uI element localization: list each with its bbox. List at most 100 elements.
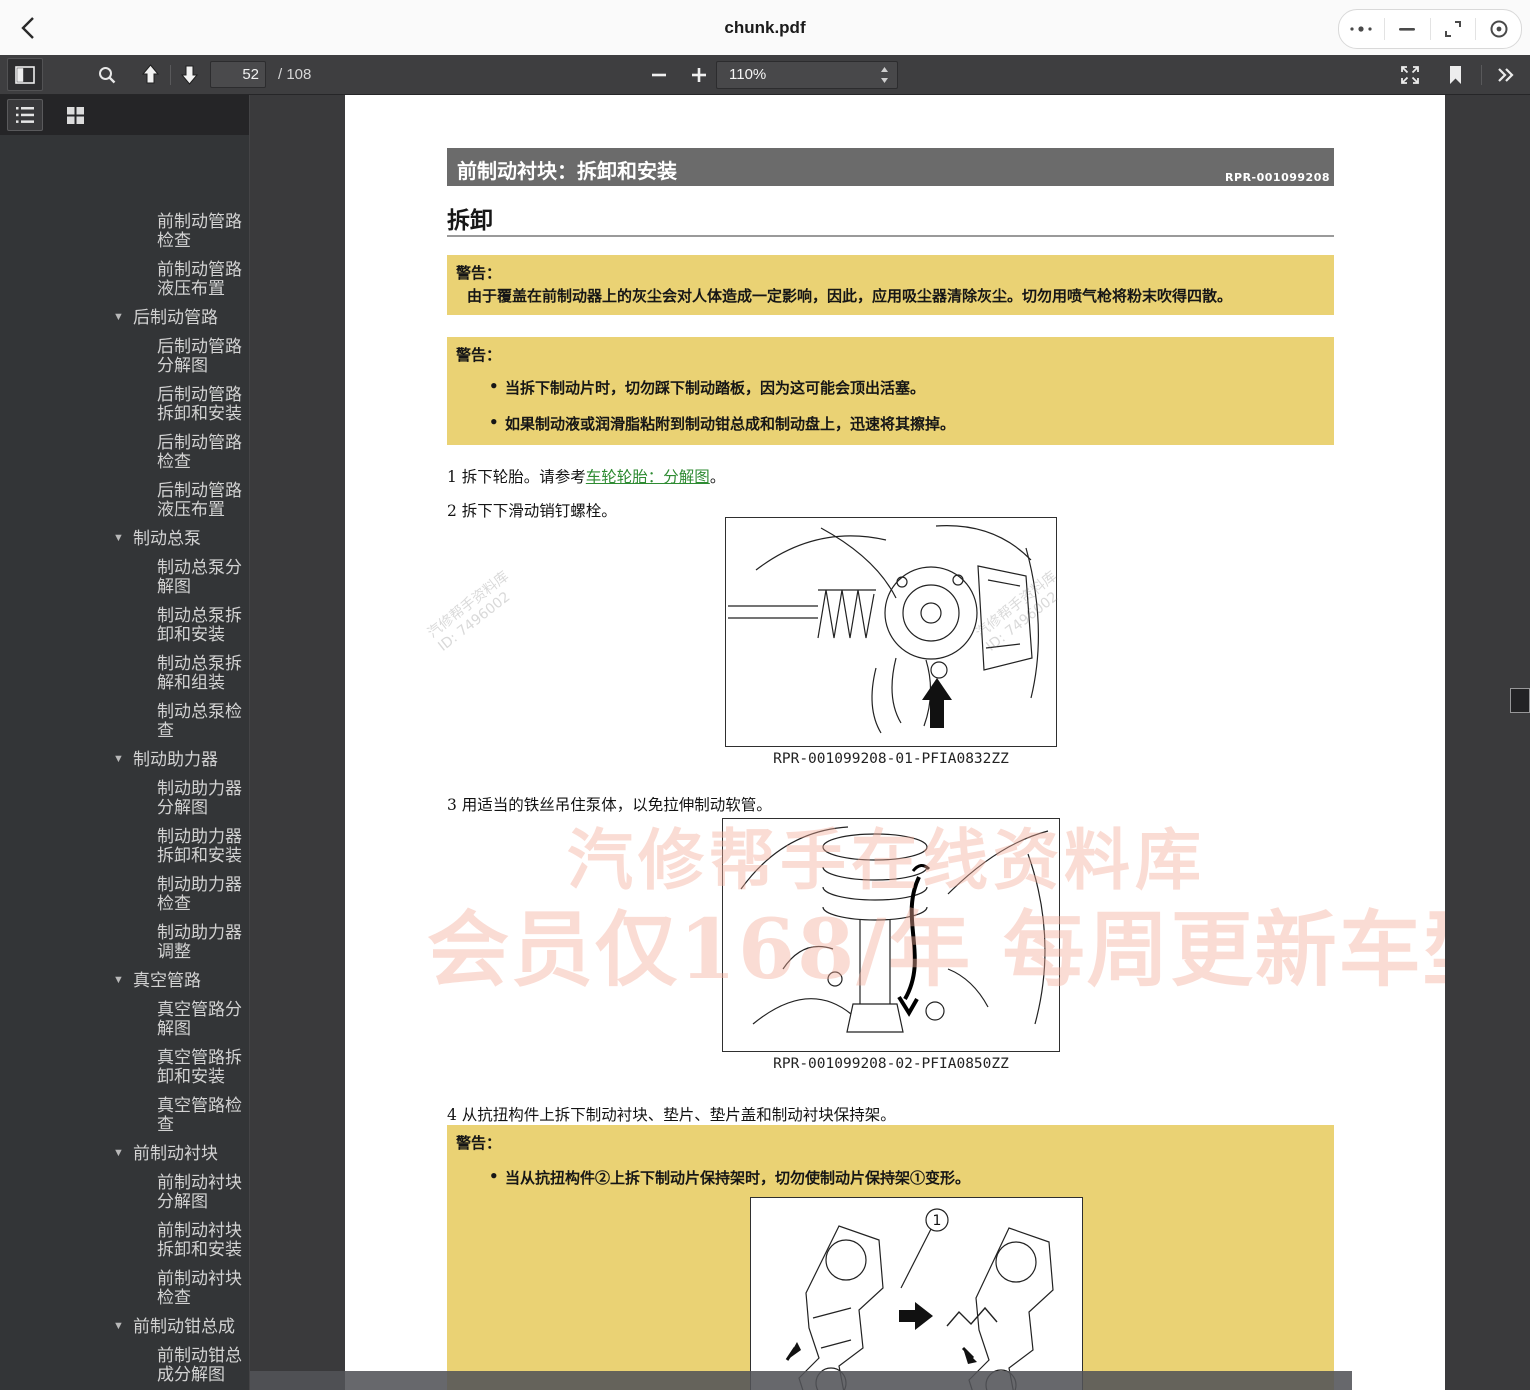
sidebar-item[interactable]: 真空管路分解图: [0, 1000, 250, 1038]
warning-label: 警告：: [456, 1132, 501, 1153]
sidebar-item[interactable]: 后制动管路检查: [0, 433, 250, 471]
sidebar-item-label: 真空管路拆卸和安装: [157, 1048, 250, 1086]
plus-icon: [691, 67, 707, 83]
sidebar-item-label: 前制动钳总成分解图: [157, 1346, 250, 1384]
zoom-level-select[interactable]: 110%: [716, 61, 898, 89]
step-4: 4 从抗扭构件上拆下制动衬块、垫片、垫片盖和制动衬块保持架。: [447, 1103, 896, 1125]
sidebar-item-label: 后制动管路: [133, 308, 218, 327]
sidebar-item[interactable]: 制动助力器检查: [0, 875, 250, 913]
sidebar-item[interactable]: 前制动管路液压布置: [0, 260, 250, 298]
bookmark-icon: [1448, 65, 1463, 85]
figure-2-caption: RPR-001099208-02-PFIA0850ZZ: [722, 1056, 1060, 1072]
cross-reference-link[interactable]: 车轮轮胎：分解图: [586, 468, 710, 486]
sidebar-item-label: 真空管路分解图: [157, 1000, 250, 1038]
sidebar-item-label: 前制动衬块拆卸和安装: [157, 1221, 250, 1259]
warning-box-1: 警告： 由于覆盖在前制动器上的灰尘会对人体造成一定影响，因此，应用吸尘器清除灰尘…: [447, 255, 1334, 315]
sidebar-item[interactable]: 制动总泵拆解和组装: [0, 654, 250, 692]
sidebar-item[interactable]: 制动助力器调整: [0, 923, 250, 961]
sidebar-item-label: 制动总泵拆卸和安装: [157, 606, 250, 644]
sidebar-item[interactable]: 前制动衬块检查: [0, 1269, 250, 1307]
select-spinner-icon: [880, 66, 889, 84]
sidebar-item[interactable]: 前制动衬块拆卸和安装: [0, 1221, 250, 1259]
sidebar-item[interactable]: 后制动管路液压布置: [0, 481, 250, 519]
step-2: 2 拆下下滑动销钉螺栓。: [447, 499, 617, 521]
horizontal-scrollbar-thumb[interactable]: [250, 1371, 1352, 1390]
bookmark-button[interactable]: [1438, 58, 1472, 91]
expanded-triangle-icon[interactable]: ▼: [113, 1144, 133, 1163]
sidebar-item[interactable]: ▼制动助力器: [0, 750, 250, 769]
sidebar-item[interactable]: 制动总泵检查: [0, 702, 250, 740]
more-options-button[interactable]: [1339, 17, 1384, 41]
toggle-sidebar-button[interactable]: [7, 58, 43, 91]
figure-3: 1: [750, 1197, 1083, 1390]
sidebar-item-label: 制动助力器调整: [157, 923, 250, 961]
sidebar-item[interactable]: 制动总泵拆卸和安装: [0, 606, 250, 644]
minus-icon: [651, 67, 667, 83]
divider: [170, 65, 171, 85]
sidebar-item[interactable]: 后制动管路分解图: [0, 337, 250, 375]
sidebar-toggle-icon: [15, 66, 35, 84]
expanded-triangle-icon[interactable]: ▼: [113, 529, 133, 548]
document-filename: chunk.pdf: [0, 0, 1530, 55]
search-icon: [97, 65, 117, 85]
pdf-page: 前制动衬块：拆卸和安装 RPR-001099208 拆卸 警告： 由于覆盖在前制…: [345, 95, 1445, 1390]
sidebar-item[interactable]: ▼前制动衬块: [0, 1144, 250, 1163]
sidebar-item-label: 前制动衬块分解图: [157, 1173, 250, 1211]
sidebar-item[interactable]: 前制动钳总成分解图: [0, 1346, 250, 1384]
previous-page-button[interactable]: [133, 58, 167, 91]
search-button[interactable]: [90, 58, 124, 91]
figure-2: [722, 818, 1060, 1052]
sidebar-item-label: 制动总泵拆解和组装: [157, 654, 250, 692]
circle-dot-icon: [1489, 19, 1509, 39]
sidebar-item[interactable]: 后制动管路拆卸和安装: [0, 385, 250, 423]
sidebar-item-label: 前制动衬块: [133, 1144, 218, 1163]
sidebar-item[interactable]: 真空管路拆卸和安装: [0, 1048, 250, 1086]
expanded-triangle-icon[interactable]: ▼: [113, 750, 133, 769]
next-page-button[interactable]: [172, 58, 206, 91]
page-number-input[interactable]: [210, 61, 266, 88]
sidebar-item[interactable]: 制动助力器分解图: [0, 779, 250, 817]
warning-box-2: 警告： 当拆下制动片时，切勿踩下制动踏板，因为这可能会顶出活塞。 如果制动液或润…: [447, 337, 1334, 445]
sidebar-item-label: 后制动管路液压布置: [157, 481, 250, 519]
warning-bullet: 当从抗扭构件②上拆下制动片保持架时，切勿使制动片保持架①变形。: [505, 1167, 970, 1188]
secondary-toolbar-button[interactable]: [1488, 58, 1524, 91]
warning-box-3: 警告： 当从抗扭构件②上拆下制动片保持架时，切勿使制动片保持架①变形。: [447, 1125, 1334, 1390]
float-window-button[interactable]: [1476, 17, 1521, 41]
sidebar-item[interactable]: ▼真空管路: [0, 971, 250, 990]
sidebar-item-label: 真空管路: [133, 971, 201, 990]
outline-view-button[interactable]: [7, 99, 43, 131]
sidebar-item[interactable]: ▼制动总泵: [0, 529, 250, 548]
presentation-mode-button[interactable]: [1393, 58, 1427, 91]
warning-text: 由于覆盖在前制动器上的灰尘会对人体造成一定影响，因此，应用吸尘器清除灰尘。切勿用…: [467, 285, 1232, 306]
article-title: 前制动衬块：拆卸和安装: [457, 155, 677, 184]
sidebar-item[interactable]: 真空管路检查: [0, 1096, 250, 1134]
resize-window-button[interactable]: [1431, 17, 1476, 41]
sidebar-item-label: 制动总泵: [133, 529, 201, 548]
sidebar-item[interactable]: 前制动管路检查: [0, 212, 250, 250]
vertical-scrollbar-thumb[interactable]: [1510, 688, 1530, 713]
sidebar-item-label: 前制动衬块检查: [157, 1269, 250, 1307]
zoom-level-value: 110%: [729, 66, 766, 83]
sidebar-item[interactable]: 制动总泵分解图: [0, 558, 250, 596]
resize-icon: [1443, 19, 1463, 39]
warning-bullet: 如果制动液或润滑脂粘附到制动钳总成和制动盘上，迅速将其擦掉。: [505, 413, 955, 434]
thumbnails-view-button[interactable]: [57, 99, 93, 131]
window-controls: [1338, 9, 1522, 49]
sidebar-item-label: 制动助力器拆卸和安装: [157, 827, 250, 865]
sidebar-item[interactable]: 制动助力器拆卸和安装: [0, 827, 250, 865]
sidebar-item[interactable]: 前制动衬块分解图: [0, 1173, 250, 1211]
zoom-in-button[interactable]: [682, 58, 716, 91]
sidebar-item-label: 前制动钳总成: [133, 1317, 235, 1336]
warning-label: 警告：: [456, 262, 501, 283]
minimize-button[interactable]: [1385, 17, 1430, 41]
watermark-diagonal: 汽修帮手资料库ID: 7496002: [425, 568, 523, 655]
more-dots-icon: [1348, 24, 1374, 34]
sidebar-item[interactable]: ▼前制动钳总成: [0, 1317, 250, 1336]
zoom-out-button[interactable]: [642, 58, 676, 91]
strut-spring-drawing: [723, 819, 1059, 1051]
expanded-triangle-icon[interactable]: ▼: [113, 1317, 133, 1336]
expanded-triangle-icon[interactable]: ▼: [113, 971, 133, 990]
expanded-triangle-icon[interactable]: ▼: [113, 308, 133, 327]
sidebar-panel: 前制动管路检查前制动管路液压布置▼后制动管路后制动管路分解图后制动管路拆卸和安装…: [0, 95, 250, 1390]
sidebar-item[interactable]: ▼后制动管路: [0, 308, 250, 327]
